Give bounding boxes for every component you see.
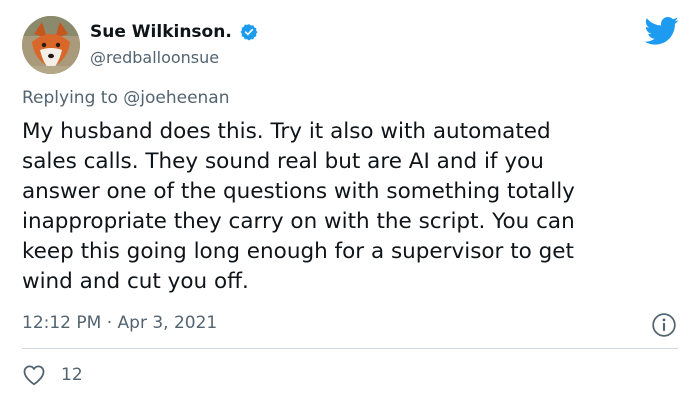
heart-icon[interactable]	[22, 364, 46, 386]
fox-avatar-image	[22, 16, 80, 74]
info-icon[interactable]	[651, 312, 677, 338]
like-action[interactable]: 12	[22, 364, 83, 386]
author-display-name[interactable]: Sue Wilkinson.	[90, 22, 232, 42]
tweet-text: My husband does this. Try it also with a…	[22, 119, 575, 294]
author-name-row: Sue Wilkinson.	[90, 22, 259, 42]
author-handle[interactable]: @redballoonsue	[90, 48, 219, 67]
tweet-card: Sue Wilkinson. @redballoonsue Replying t…	[0, 0, 700, 402]
reply-prefix: Replying to	[22, 88, 124, 108]
tweet-timestamp[interactable]: 12:12 PM · Apr 3, 2021	[22, 313, 217, 333]
divider	[22, 348, 678, 349]
verified-badge-icon	[240, 24, 258, 41]
reply-mention-link[interactable]: @joeheenan	[123, 88, 229, 108]
twitter-bird-icon[interactable]	[645, 16, 679, 46]
reply-context: Replying to @joeheenan	[22, 88, 230, 108]
avatar[interactable]	[22, 16, 80, 74]
like-count: 12	[61, 365, 83, 385]
